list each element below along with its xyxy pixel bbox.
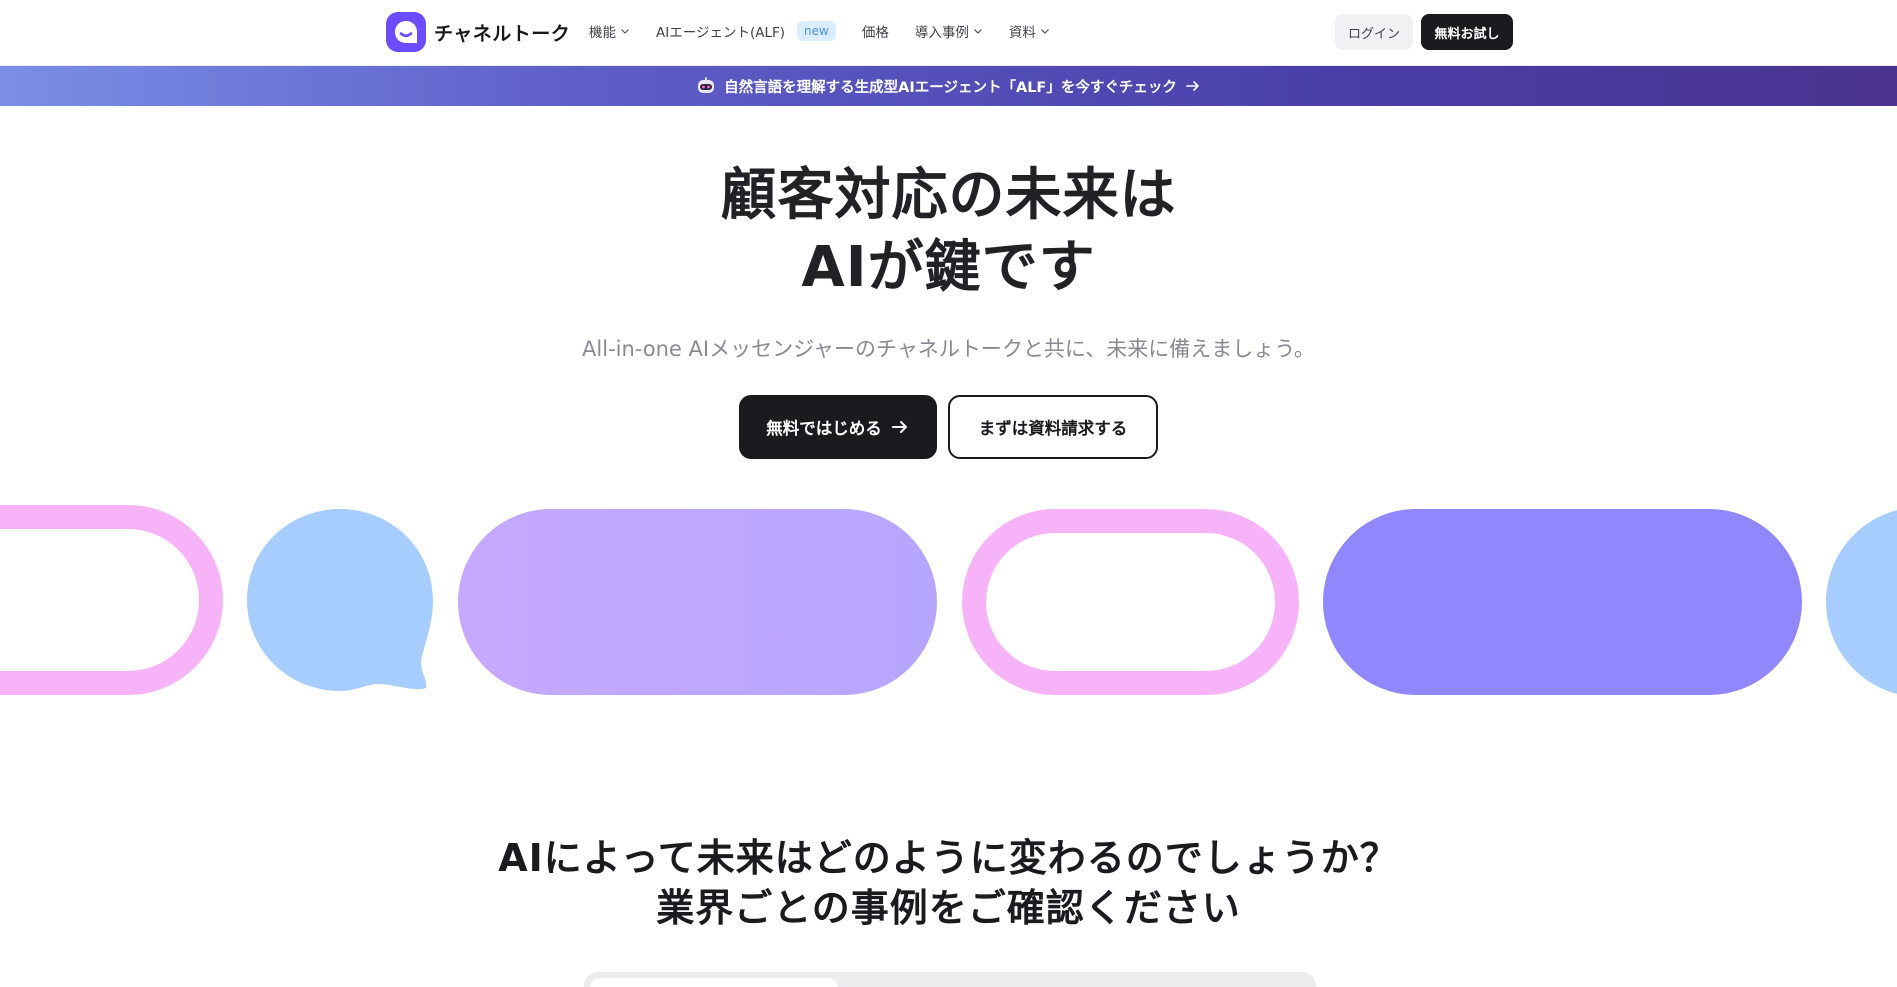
start-free-button[interactable]: 無料ではじめる: [739, 395, 937, 459]
request-docs-button[interactable]: まずは資料請求する: [948, 395, 1158, 459]
pink-outline-pill-center: [962, 509, 1299, 695]
nav-item-label: 価格: [861, 25, 889, 41]
new-badge: new: [797, 21, 836, 41]
section-title-line2: 業界ごとの事例をご確認ください: [656, 886, 1241, 930]
site-header: チャネルトーク 機能 AIエージェント(ALF) new 価格 導入事例 資料 …: [0, 0, 1897, 66]
chevron-down-icon: [1040, 29, 1049, 34]
chevron-down-icon: [973, 29, 982, 34]
nav-item-features[interactable]: 機能: [589, 21, 630, 41]
nav-item-label: AIエージェント(ALF): [656, 25, 786, 41]
logo[interactable]: チャネルトーク: [386, 12, 570, 52]
start-free-label: 無料ではじめる: [766, 420, 882, 438]
pink-outline-pill-left: [0, 505, 223, 695]
industry-tabs: [584, 972, 1316, 987]
promo-banner[interactable]: 自然言語を理解する生成型AIエージェント「ALF」を今すぐチェック: [0, 66, 1897, 106]
nav-item-pricing[interactable]: 価格: [862, 21, 889, 41]
nav-item-label: 機能: [589, 25, 616, 41]
login-button[interactable]: ログイン: [1335, 14, 1413, 50]
nav-item-case-studies[interactable]: 導入事例: [915, 21, 983, 41]
cta-group: 無料ではじめる まずは資料請求する: [0, 395, 1897, 459]
logo-icon: [386, 12, 426, 52]
lavender-pill: [458, 509, 937, 695]
decorative-shapes: [0, 505, 1897, 695]
logo-text: チャネルトーク: [434, 22, 571, 45]
nav-item-label: 資料: [1008, 25, 1036, 41]
hero-subtitle: All-in-one AIメッセンジャーのチャネルトークと共に、未来に備えましょ…: [582, 337, 1315, 361]
blue-circle-right: [1826, 510, 1897, 694]
banner-text: 自然言語を理解する生成型AIエージェント「ALF」を今すぐチェック: [724, 79, 1177, 96]
chevron-down-icon: [621, 29, 629, 34]
hero-title-line2: AIが鍵です: [801, 235, 1096, 300]
section-title-line1: AIによって未来はどのように変わるのでしょうか？: [498, 836, 1399, 880]
arrow-right-icon: [1186, 81, 1199, 91]
nav-item-ai-agent[interactable]: AIエージェント(ALF) new: [656, 21, 836, 41]
nav-item-resources[interactable]: 資料: [1009, 21, 1050, 41]
section-title: AIによって未来はどのように変わるのでしょうか？ 業界ごとの事例をご確認ください: [0, 833, 1897, 933]
arrow-right-icon: [891, 421, 907, 433]
hero-title-line1: 顧客対応の未来は: [720, 163, 1177, 228]
violet-pill: [1323, 509, 1802, 695]
hero-title: 顧客対応の未来は AIが鍵です: [0, 160, 1897, 304]
nav-item-label: 導入事例: [914, 25, 969, 41]
free-trial-button[interactable]: 無料お試し: [1421, 14, 1513, 50]
tab-active[interactable]: [590, 978, 838, 987]
main-nav: 機能 AIエージェント(ALF) new 価格 導入事例 資料: [589, 0, 1076, 62]
robot-icon: [698, 77, 715, 93]
blue-speech-bubble: [247, 509, 433, 691]
